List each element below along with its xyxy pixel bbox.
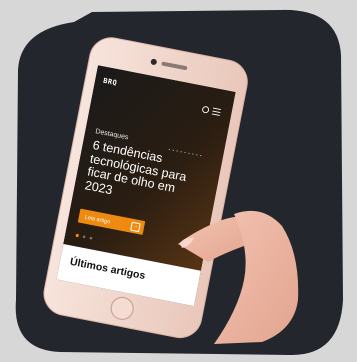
photo-scene — [0, 0, 357, 362]
